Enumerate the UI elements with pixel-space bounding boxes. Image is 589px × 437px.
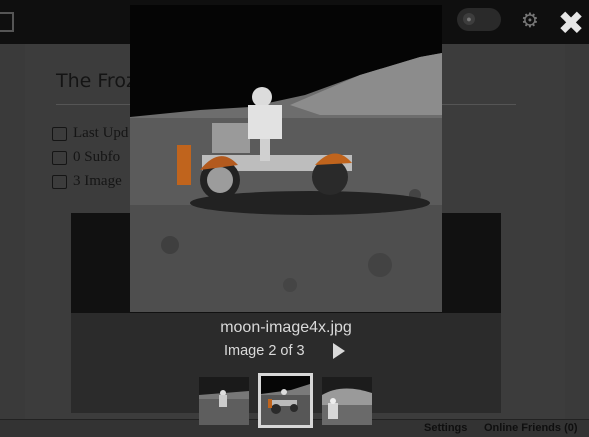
thumbnail-1[interactable]: [199, 377, 249, 425]
settings-button[interactable]: Settings: [424, 422, 467, 434]
album-title: The Froz: [56, 70, 136, 92]
eye-icon: ●: [463, 13, 475, 25]
folder-icon: [52, 150, 67, 165]
next-arrow-icon[interactable]: [333, 343, 345, 359]
menu-square-icon: [0, 12, 14, 32]
meta-updated-label: Last Upd: [73, 125, 129, 141]
thumbnail-3[interactable]: [322, 377, 372, 425]
visibility-toggle[interactable]: ●: [457, 8, 501, 31]
close-icon[interactable]: ✖: [556, 6, 586, 40]
calendar-icon: [52, 126, 67, 141]
image-counter: Image 2 of 3: [224, 343, 305, 359]
image-filename: moon-image4x.jpg: [220, 319, 352, 336]
images-icon: [52, 174, 67, 189]
gear-icon[interactable]: ⚙: [520, 10, 540, 30]
meta-subfolders-label: 0 Subfo: [73, 149, 121, 165]
lightbox-main-image: [130, 5, 442, 312]
meta-updated: Last Upd: [52, 125, 128, 142]
thumbnail-2[interactable]: [258, 373, 313, 428]
meta-images: 3 Image: [52, 173, 122, 190]
online-friends-button[interactable]: Online Friends (0): [484, 422, 578, 434]
meta-images-label: 3 Image: [73, 173, 122, 189]
meta-subfolders: 0 Subfo: [52, 149, 120, 166]
